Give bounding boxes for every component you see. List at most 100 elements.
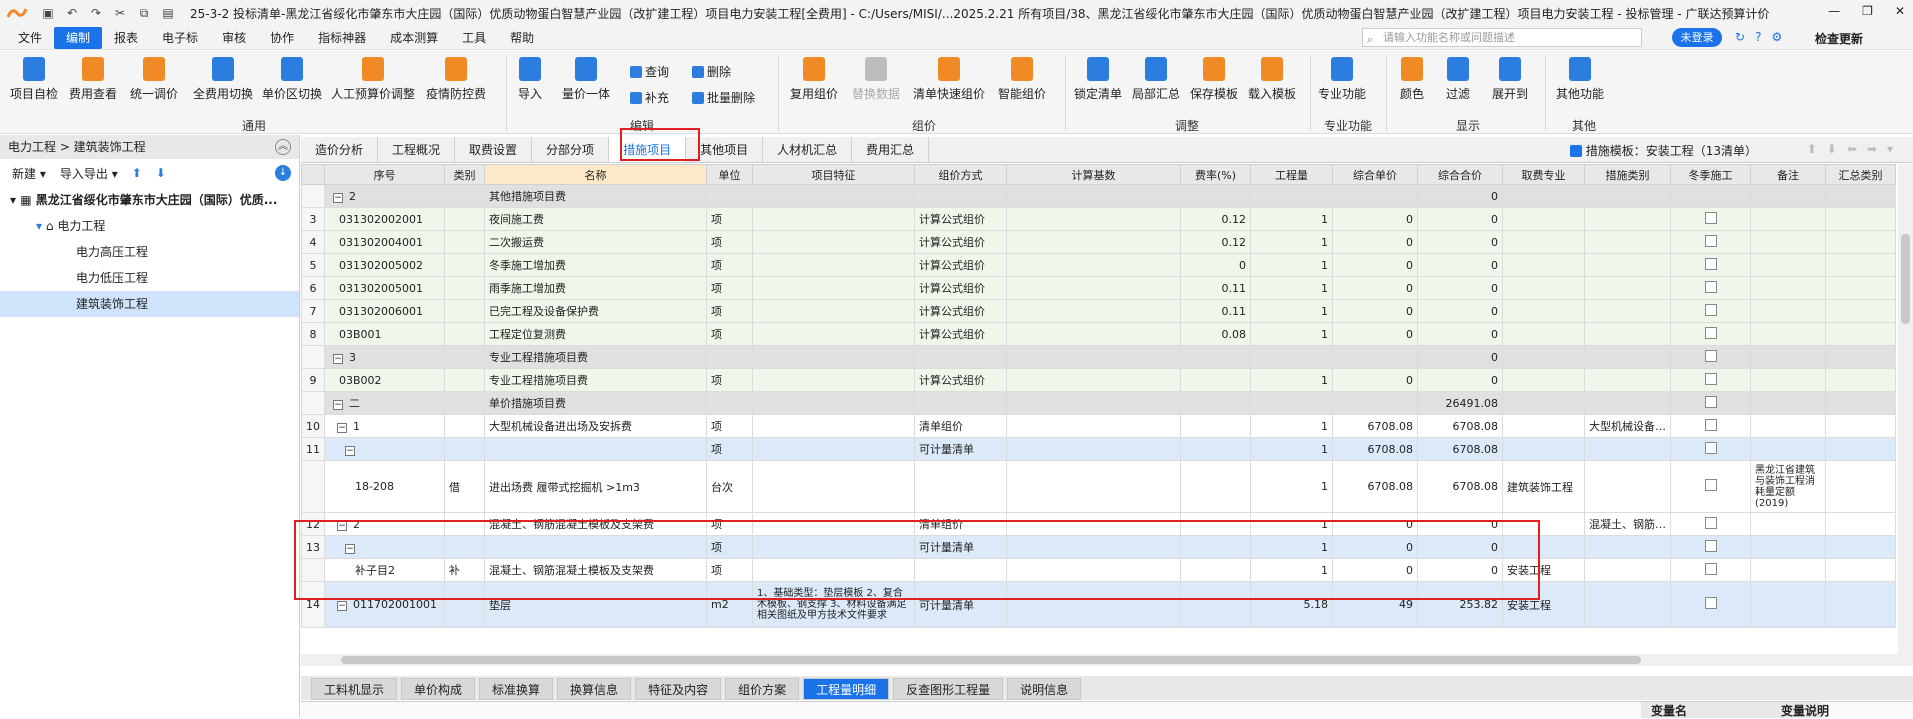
cell-code[interactable]: 031302006001 bbox=[324, 299, 445, 323]
cell-name[interactable]: 雨季施工增加费 bbox=[484, 276, 707, 300]
cell-type[interactable] bbox=[444, 391, 485, 415]
cell-rn[interactable] bbox=[301, 345, 325, 369]
btab-features[interactable]: 特征及内容 bbox=[635, 678, 722, 700]
cell-qty[interactable] bbox=[1250, 391, 1333, 415]
btab-description[interactable]: 说明信息 bbox=[1007, 678, 1082, 700]
cell-total[interactable]: 0 bbox=[1417, 345, 1503, 369]
cell-prof[interactable] bbox=[1502, 207, 1585, 231]
cell-note[interactable]: 黑龙江省建筑与装饰工程消耗量定额(2019) bbox=[1750, 460, 1826, 513]
cell-type[interactable] bbox=[444, 368, 485, 392]
project-check-button[interactable]: 项目自检 bbox=[10, 57, 58, 102]
col-summary-cat[interactable]: 汇总类别 bbox=[1825, 164, 1896, 185]
batch-delete-button[interactable]: 批量删除 bbox=[692, 89, 755, 106]
cell-name[interactable]: 专业工程措施项目费 bbox=[484, 368, 707, 392]
cell-winter[interactable] bbox=[1670, 230, 1751, 254]
collapse-toggle-icon[interactable]: − bbox=[333, 353, 343, 364]
tab-fee-summary[interactable]: 费用汇总 bbox=[852, 137, 930, 162]
cell-method[interactable] bbox=[914, 345, 1007, 369]
cell-price[interactable]: 6708.08 bbox=[1332, 437, 1418, 461]
cell-sum[interactable] bbox=[1825, 414, 1896, 438]
cell-feat[interactable] bbox=[752, 299, 915, 323]
cell-cat[interactable] bbox=[1584, 437, 1671, 461]
cell-base[interactable] bbox=[1006, 437, 1181, 461]
cell-method[interactable]: 计算公式组价 bbox=[914, 207, 1007, 231]
cell-total[interactable]: 6708.08 bbox=[1417, 460, 1503, 513]
cell-type[interactable]: 借 bbox=[444, 460, 485, 513]
cell-rate[interactable]: 0.12 bbox=[1180, 230, 1251, 254]
cell-rn[interactable] bbox=[301, 184, 325, 208]
col-unit[interactable]: 单位 bbox=[706, 164, 753, 185]
winter-checkbox[interactable] bbox=[1704, 280, 1717, 293]
cell-total[interactable]: 0 bbox=[1417, 322, 1503, 346]
cell-qty[interactable] bbox=[1250, 345, 1333, 369]
cell-unit[interactable]: 项 bbox=[706, 322, 753, 346]
copy-icon[interactable]: ⧉ bbox=[137, 6, 151, 20]
cell-cat[interactable] bbox=[1584, 276, 1671, 300]
collapse-toggle-icon[interactable]: − bbox=[337, 601, 347, 611]
scroll-thumb[interactable] bbox=[341, 656, 1641, 664]
winter-checkbox[interactable] bbox=[1704, 326, 1717, 339]
cell-winter[interactable] bbox=[1670, 437, 1751, 461]
cell-base[interactable] bbox=[1006, 368, 1181, 392]
cell-type[interactable] bbox=[444, 322, 485, 346]
download-icon[interactable]: ↓ bbox=[275, 165, 291, 181]
winter-checkbox[interactable] bbox=[1704, 349, 1717, 362]
table-row[interactable]: 5 031302005002 冬季施工增加费 项 计算公式组价 0 1 0 0 bbox=[301, 253, 1896, 277]
cut-icon[interactable]: ✂ bbox=[113, 6, 127, 20]
btab-pricing-plan[interactable]: 组价方案 bbox=[725, 678, 800, 700]
cell-feat[interactable] bbox=[752, 437, 915, 461]
winter-checkbox[interactable] bbox=[1704, 303, 1717, 316]
cell-name[interactable]: 进出场费 履带式挖掘机 >1m3 bbox=[484, 460, 707, 513]
table-row[interactable]: 9 03B002 专业工程措施项目费 项 计算公式组价 1 0 0 bbox=[301, 368, 1896, 392]
cell-rate[interactable]: 0.08 bbox=[1180, 322, 1251, 346]
unit-price-switch-button[interactable]: 单价区切换 bbox=[262, 57, 322, 102]
cell-note[interactable] bbox=[1750, 391, 1826, 415]
cell-sum[interactable] bbox=[1825, 345, 1896, 369]
cell-price[interactable]: 0 bbox=[1332, 207, 1418, 231]
cell-cat[interactable] bbox=[1584, 207, 1671, 231]
settings-icon[interactable]: ⚙ bbox=[1771, 30, 1782, 44]
table-row[interactable]: 4 031302004001 二次搬运费 项 计算公式组价 0.12 1 0 0 bbox=[301, 230, 1896, 254]
winter-checkbox[interactable] bbox=[1704, 562, 1717, 575]
cell-cat[interactable] bbox=[1584, 230, 1671, 254]
col-base[interactable]: 计算基数 bbox=[1006, 164, 1181, 185]
cell-sum[interactable] bbox=[1825, 207, 1896, 231]
expand-to-button[interactable]: 展开到 bbox=[1492, 57, 1528, 102]
tree-item-building[interactable]: 建筑装饰工程 bbox=[0, 291, 299, 317]
menu-file[interactable]: 文件 bbox=[6, 27, 54, 49]
cell-winter[interactable] bbox=[1670, 535, 1751, 559]
cell-note[interactable] bbox=[1750, 322, 1826, 346]
cell-total[interactable]: 6708.08 bbox=[1417, 437, 1503, 461]
winter-checkbox[interactable] bbox=[1704, 516, 1717, 529]
cell-unit[interactable]: 项 bbox=[706, 276, 753, 300]
cell-cat[interactable] bbox=[1584, 581, 1671, 628]
btab-labor-material[interactable]: 工料机显示 bbox=[311, 678, 398, 700]
col-feature[interactable]: 项目特征 bbox=[752, 164, 915, 185]
cell-prof[interactable] bbox=[1502, 322, 1585, 346]
cell-rn[interactable]: 3 bbox=[301, 207, 325, 231]
full-fee-switch-button[interactable]: 全费用切换 bbox=[193, 57, 253, 102]
cell-prof[interactable] bbox=[1502, 414, 1585, 438]
cell-winter[interactable] bbox=[1670, 276, 1751, 300]
cell-code[interactable]: 031302002001 bbox=[324, 207, 445, 231]
cell-method[interactable]: 计算公式组价 bbox=[914, 322, 1007, 346]
cell-method[interactable]: 计算公式组价 bbox=[914, 368, 1007, 392]
cell-base[interactable] bbox=[1006, 322, 1181, 346]
col-note[interactable]: 备注 bbox=[1750, 164, 1826, 185]
cell-code[interactable]: 03B001 bbox=[324, 322, 445, 346]
cell-prof[interactable] bbox=[1502, 299, 1585, 323]
cell-name[interactable]: 已完工程及设备保护费 bbox=[484, 299, 707, 323]
cell-sum[interactable] bbox=[1825, 368, 1896, 392]
table-row[interactable]: 18-208 借 进出场费 履带式挖掘机 >1m3 台次 1 6708.08 6708.08… bbox=[301, 460, 1896, 513]
maximize-button[interactable]: ❐ bbox=[1862, 4, 1873, 18]
cell-base[interactable] bbox=[1006, 460, 1181, 513]
menu-review[interactable]: 审核 bbox=[210, 27, 258, 49]
table-row[interactable]: −2 其他措施项目费 0 bbox=[301, 184, 1896, 208]
cell-rn[interactable]: 6 bbox=[301, 276, 325, 300]
other-functions-button[interactable]: 其他功能 bbox=[1556, 57, 1604, 102]
cell-qty[interactable]: 1 bbox=[1250, 414, 1333, 438]
cell-note[interactable] bbox=[1750, 299, 1826, 323]
winter-checkbox[interactable] bbox=[1704, 257, 1717, 270]
cell-total[interactable]: 0 bbox=[1417, 184, 1503, 208]
cell-winter[interactable] bbox=[1670, 345, 1751, 369]
